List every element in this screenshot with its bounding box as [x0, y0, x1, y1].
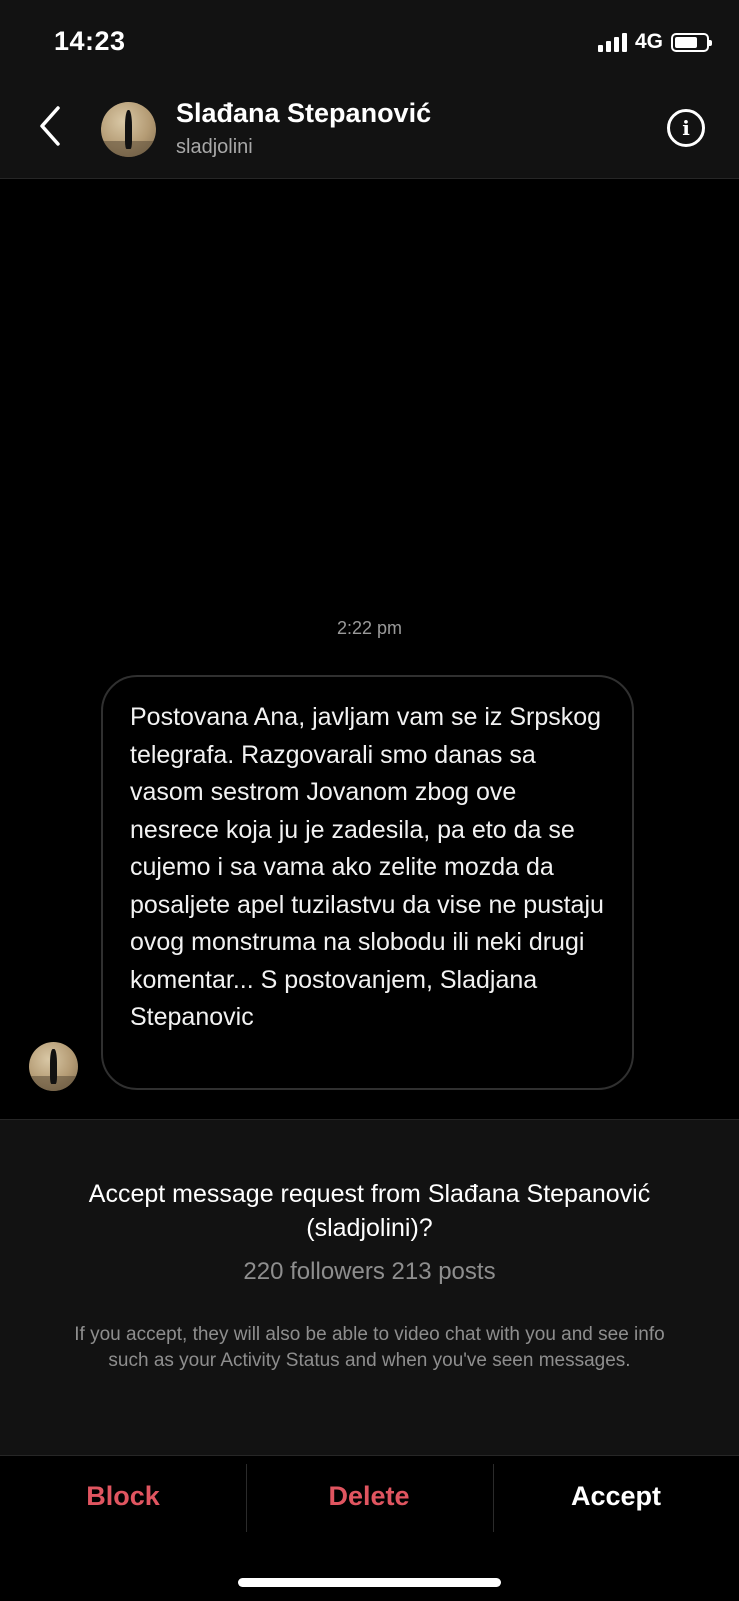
home-indicator[interactable] — [238, 1578, 501, 1587]
contact-username[interactable]: sladjolini — [176, 136, 253, 159]
avatar[interactable] — [101, 102, 156, 157]
status-indicators: 4G — [597, 30, 712, 54]
back-chevron-icon[interactable] — [34, 104, 68, 148]
contact-name[interactable]: Slađana Stepanović — [176, 98, 431, 129]
message-timestamp: 2:22 pm — [336, 618, 403, 638]
top-bar: 14:23 4G Slađana Stepanović sladjolini i — [0, 0, 739, 178]
battery-icon — [671, 32, 712, 52]
signal-icon — [597, 32, 627, 52]
accept-button[interactable]: Accept — [493, 1456, 739, 1536]
request-note: If you accept, they will also be able to… — [74, 1324, 665, 1371]
sender-avatar[interactable] — [29, 1042, 78, 1091]
info-icon[interactable]: i — [667, 109, 705, 147]
request-stats: 220 followers 213 posts — [243, 1258, 496, 1285]
message-request-panel: Accept message request from Slađana Step… — [0, 1119, 739, 1455]
network-label: 4G — [634, 30, 663, 53]
request-title: Accept message request from Slađana Step… — [88, 1180, 651, 1242]
delete-button[interactable]: Delete — [246, 1456, 492, 1536]
block-button[interactable]: Block — [0, 1456, 246, 1536]
status-time: 14:23 — [54, 26, 126, 56]
message-bubble[interactable]: Postovana Ana, javljam vam se iz Srpskog… — [101, 675, 634, 1090]
header-divider — [0, 178, 739, 179]
